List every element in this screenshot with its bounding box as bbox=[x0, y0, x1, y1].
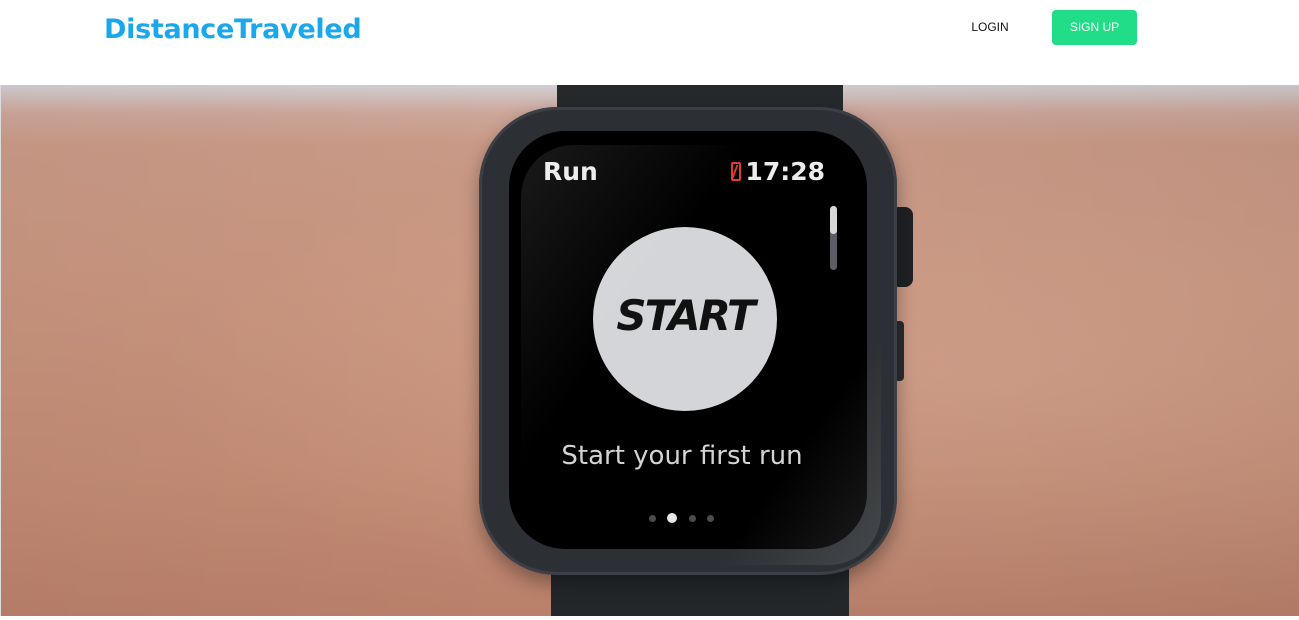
watch-caption: Start your first run bbox=[561, 441, 803, 471]
watch-app-title: Run bbox=[543, 157, 598, 186]
watch-start-button: START bbox=[593, 227, 777, 411]
brand-logo[interactable]: DistanceTraveled bbox=[104, 14, 362, 45]
hero-image: Run 17:28 START Start your first run bbox=[0, 85, 1299, 616]
watch-scrollbar bbox=[830, 206, 837, 270]
login-button[interactable]: LOGIN bbox=[958, 10, 1022, 44]
watch-scrollbar-thumb bbox=[830, 206, 837, 234]
sign-up-button[interactable]: SIGN UP bbox=[1052, 10, 1137, 45]
top-navbar: DistanceTraveled LOGIN SIGN UP bbox=[0, 0, 1299, 85]
page-dot-active bbox=[667, 513, 677, 523]
page-dot bbox=[649, 515, 656, 522]
watch-start-label: START bbox=[616, 291, 755, 340]
page-dot bbox=[689, 515, 696, 522]
watch-clock: 17:28 bbox=[745, 157, 825, 186]
smartwatch-screen: Run 17:28 START Start your first run bbox=[509, 131, 867, 549]
low-battery-icon bbox=[731, 162, 741, 181]
page-dot bbox=[707, 515, 714, 522]
watch-page-indicator bbox=[649, 513, 719, 523]
